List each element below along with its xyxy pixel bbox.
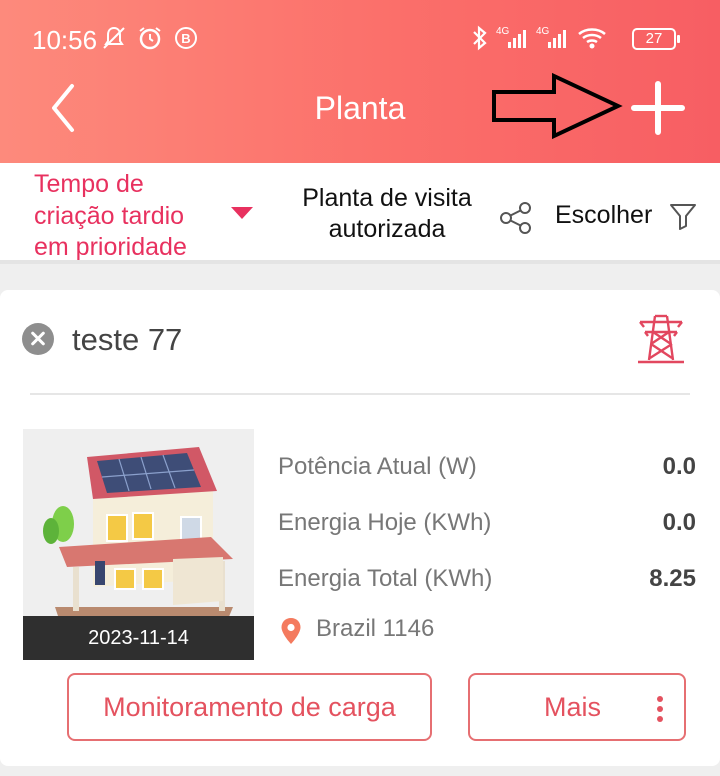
status-bar: 10:56 B 4G 4G 27: [0, 0, 720, 80]
mute-icon: [103, 26, 125, 49]
authorized-plant-filter[interactable]: Planta de visita autorizada: [284, 183, 490, 245]
signal-4g-icon: 4G: [536, 26, 566, 48]
share-icon[interactable]: [498, 201, 534, 235]
load-monitoring-button[interactable]: Monitoramento de carga: [67, 673, 432, 741]
svg-text:4G: 4G: [496, 26, 510, 37]
app-header: 10:56 B 4G 4G 27 Planta: [0, 0, 720, 163]
status-icons-right: 4G 4G: [470, 24, 608, 52]
plant-card-header: teste 77: [0, 290, 720, 395]
wifi-icon: [578, 28, 606, 49]
location-pin-icon: [281, 618, 301, 644]
stat-value-current-power: 0.0: [662, 453, 696, 480]
status-time: 10:56: [32, 25, 98, 55]
plant-creation-date: 2023-11-14: [23, 616, 254, 660]
svg-text:4G: 4G: [536, 26, 550, 37]
annotation-arrow-icon: [492, 72, 623, 140]
sort-caret-icon[interactable]: [231, 207, 253, 219]
plant-name: teste 77: [72, 322, 183, 357]
bluetooth-icon: [473, 25, 487, 51]
filter-bar: Tempo de criação tardio em prioridade Pl…: [0, 163, 720, 264]
more-button[interactable]: Mais: [468, 673, 686, 741]
card-divider: [30, 393, 690, 395]
stat-label-current-power: Potência Atual (W): [278, 453, 477, 480]
add-plant-plus-icon[interactable]: [626, 76, 690, 140]
funnel-icon[interactable]: [668, 201, 698, 231]
kebab-menu-icon: [657, 696, 663, 722]
stat-label-energy-total: Energia Total (KWh): [278, 565, 493, 592]
b-badge-icon: B: [175, 27, 197, 49]
plant-thumbnail[interactable]: 2023-11-14: [23, 429, 254, 660]
transmission-tower-icon: [638, 314, 684, 364]
battery-icon: 27: [632, 28, 680, 50]
plant-card: teste 77 2023-11-14 Potência Atual (W) 0…: [0, 290, 720, 766]
close-icon[interactable]: [22, 323, 54, 355]
more-button-label: Mais: [543, 692, 601, 722]
stat-value-energy-total: 8.25: [649, 565, 696, 592]
plant-location: Brazil 1146: [316, 615, 435, 642]
svg-text:B: B: [181, 31, 190, 46]
choose-filter-button[interactable]: Escolher: [555, 201, 652, 230]
signal-4g-icon: 4G: [496, 26, 526, 48]
sort-order-dropdown[interactable]: Tempo de criação tardio em prioridade: [34, 169, 224, 264]
alarm-icon: [139, 27, 161, 50]
stat-label-energy-today: Energia Hoje (KWh): [278, 509, 492, 536]
status-icons-left: B: [100, 24, 200, 52]
stat-value-energy-today: 0.0: [662, 509, 696, 536]
